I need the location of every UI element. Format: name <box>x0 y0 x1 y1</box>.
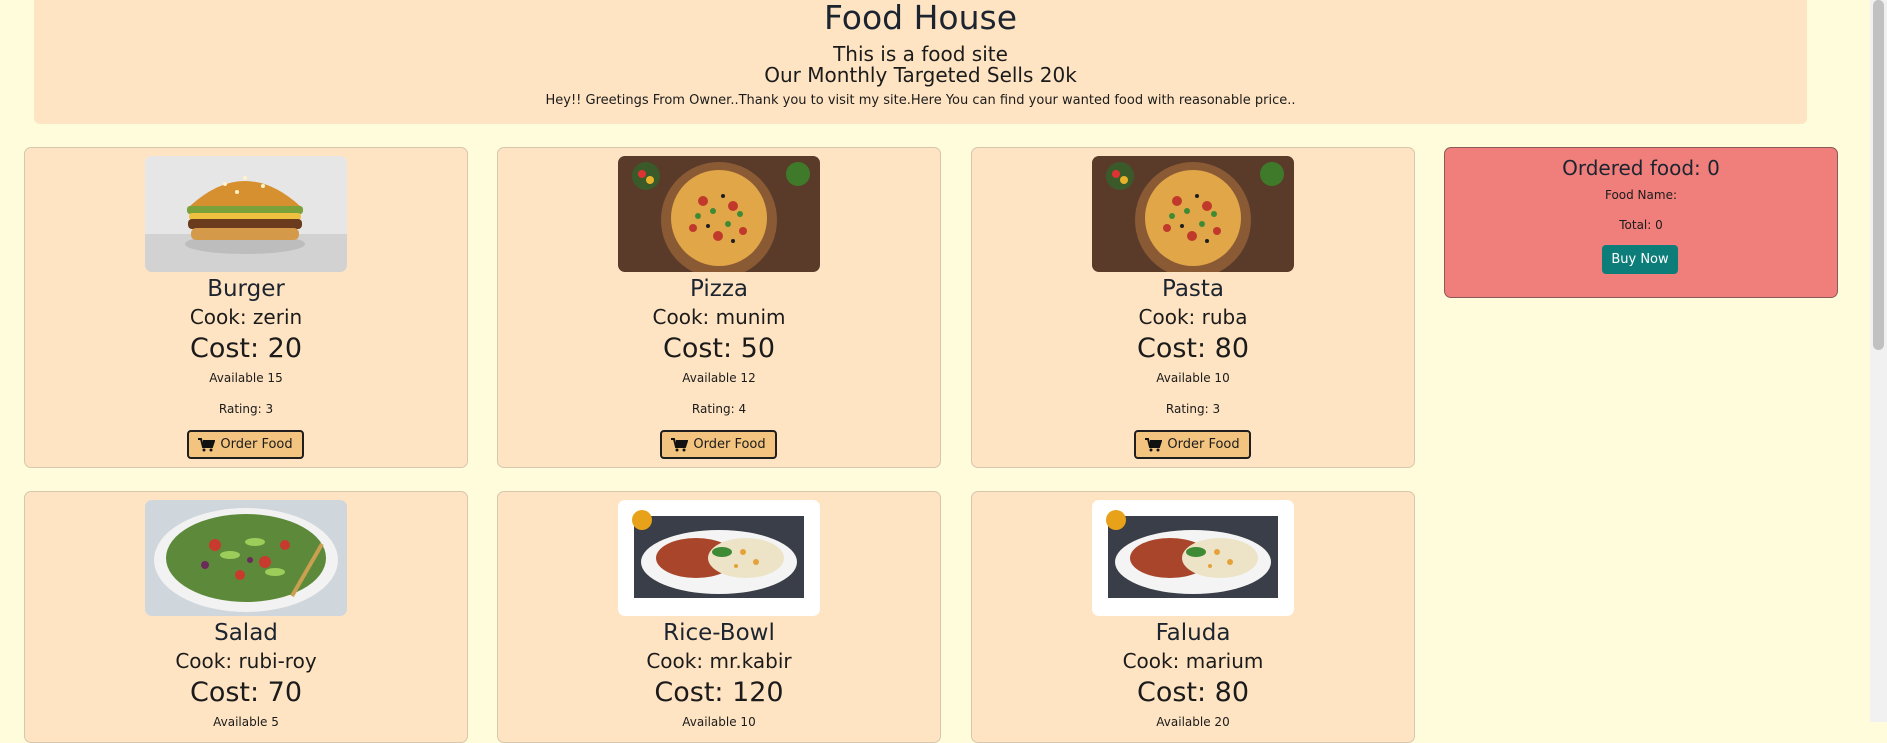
page-scrollbar[interactable] <box>1870 0 1887 722</box>
order-food-button[interactable]: Order Food <box>1134 430 1251 459</box>
food-availability: Available 20 <box>1156 715 1230 729</box>
food-cost: Cost: 120 <box>654 677 784 708</box>
ordered-food-count: Ordered food: 0 <box>1562 156 1720 180</box>
cart-icon <box>671 437 689 451</box>
food-rating: Rating: 3 <box>218 402 274 416</box>
order-total: Total: 0 <box>1619 218 1663 232</box>
site-title: Food House <box>823 0 1018 37</box>
food-card-burger: Burger Cook: zerin Cost: 20 Available 15… <box>24 147 468 468</box>
scrollbar-thumb[interactable] <box>1873 0 1884 350</box>
food-name: Salad <box>214 620 278 646</box>
food-cost: Cost: 20 <box>189 333 303 364</box>
food-cook: Cook: marium <box>1122 649 1264 673</box>
food-availability: Available 10 <box>1156 371 1230 385</box>
food-cook: Cook: munim <box>652 305 786 329</box>
order-food-button[interactable]: Order Food <box>187 430 304 459</box>
food-cost: Cost: 80 <box>1136 333 1250 364</box>
food-card-rice-bowl: Rice-Bowl Cook: mr.kabir Cost: 120 Avail… <box>497 491 941 743</box>
food-availability: Available 12 <box>682 371 756 385</box>
food-cook: Cook: ruba <box>1138 305 1248 329</box>
pizza-image <box>618 156 820 272</box>
food-cook: Cook: zerin <box>189 305 303 329</box>
order-food-label: Order Food <box>693 437 766 452</box>
cart-icon <box>1145 437 1163 451</box>
site-header: Food House This is a food site Our Month… <box>34 0 1807 124</box>
food-name: Faluda <box>1155 620 1231 646</box>
food-card-faluda: Faluda Cook: marium Cost: 80 Available 2… <box>971 491 1415 743</box>
order-food-label: Order Food <box>220 437 293 452</box>
owner-greeting: Hey!! Greetings From Owner..Thank you to… <box>545 93 1296 108</box>
monthly-target: Our Monthly Targeted Sells 20k <box>764 63 1077 87</box>
food-card-pasta: Pasta Cook: ruba Cost: 80 Available 10 R… <box>971 147 1415 468</box>
food-rating: Rating: 3 <box>1165 402 1221 416</box>
food-name: Pasta <box>1161 276 1225 302</box>
food-name: Burger <box>207 276 285 302</box>
food-cost: Cost: 50 <box>662 333 776 364</box>
burger-image <box>145 156 347 272</box>
order-food-label: Order Food <box>1167 437 1240 452</box>
food-card-pizza: Pizza Cook: munim Cost: 50 Available 12 … <box>497 147 941 468</box>
buy-now-button[interactable]: Buy Now <box>1602 245 1678 274</box>
pasta-image <box>1092 156 1294 272</box>
food-availability: Available 10 <box>682 715 756 729</box>
food-cost: Cost: 80 <box>1136 677 1250 708</box>
faluda-image <box>1092 500 1294 616</box>
ordered-food-name: Food Name: <box>1604 188 1678 202</box>
order-food-button[interactable]: Order Food <box>660 430 777 459</box>
order-summary-panel: Ordered food: 0 Food Name: Total: 0 Buy … <box>1444 147 1838 298</box>
food-rating: Rating: 4 <box>691 402 747 416</box>
food-name: Pizza <box>690 276 748 302</box>
food-availability: Available 5 <box>213 715 279 729</box>
food-cost: Cost: 70 <box>189 677 303 708</box>
food-cook: Cook: rubi-roy <box>175 649 317 673</box>
food-cook: Cook: mr.kabir <box>646 649 792 673</box>
cart-icon <box>198 437 216 451</box>
food-name: Rice-Bowl <box>663 620 775 646</box>
rice-bowl-image <box>618 500 820 616</box>
food-availability: Available 15 <box>209 371 283 385</box>
food-card-salad: Salad Cook: rubi-roy Cost: 70 Available … <box>24 491 468 743</box>
salad-image <box>145 500 347 616</box>
